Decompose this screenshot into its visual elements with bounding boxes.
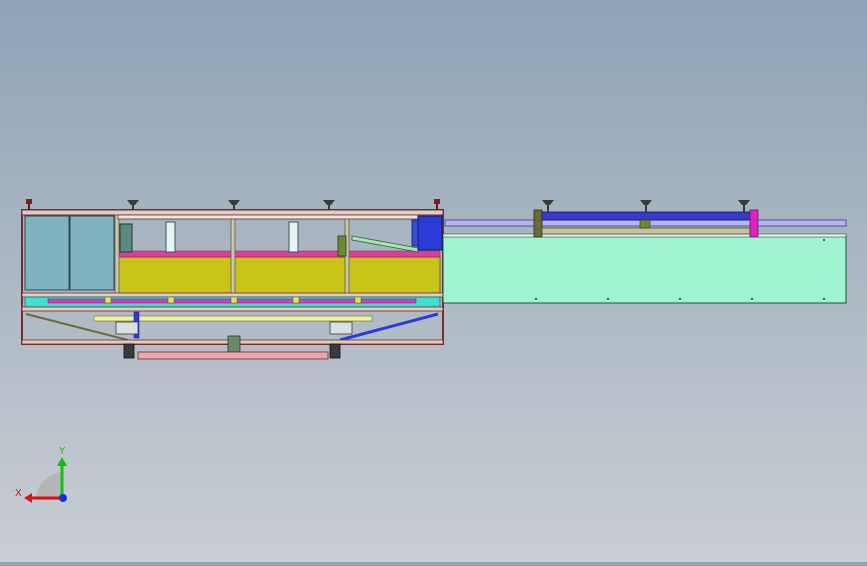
upper-rail: [117, 214, 441, 220]
cad-drawing[interactable]: Y X: [0, 0, 867, 562]
y-arrow-icon: [57, 457, 67, 466]
lift-bracket: [115, 321, 139, 335]
x-axis-label: X: [15, 488, 22, 499]
mounting-foot: [434, 199, 440, 210]
conveyor-section[interactable]: [442, 200, 847, 304]
lift-bracket: [329, 321, 353, 335]
top-plate: [21, 209, 444, 216]
slider-block: [292, 296, 300, 304]
slider-block: [354, 296, 362, 304]
carriage-magenta-end: [749, 209, 759, 238]
mounting-foot: [640, 200, 652, 212]
pneumatic-cylinder: [165, 221, 176, 253]
mounting-foot: [738, 200, 750, 212]
x-arrow-icon: [24, 493, 32, 503]
mounting-foot: [542, 200, 554, 212]
caster-wheel: [123, 343, 135, 359]
mounting-foot: [228, 200, 240, 210]
mounting-foot: [26, 199, 32, 210]
slider-block: [230, 296, 238, 304]
y-axis-label: Y: [58, 446, 66, 457]
main-machine[interactable]: [21, 199, 444, 360]
mounting-foot: [127, 200, 139, 210]
pneumatic-cylinder: [288, 221, 299, 253]
triad-plane: [35, 472, 62, 500]
slider-block: [104, 296, 112, 304]
valve-block: [119, 223, 133, 253]
lower-frame-beam: [21, 292, 444, 298]
drive-motor: [417, 215, 443, 251]
motor-flange: [411, 219, 419, 247]
frame-post: [114, 214, 120, 296]
conveyor-bed: [442, 235, 847, 304]
cad-viewport[interactable]: Y X: [0, 0, 867, 562]
lift-rod: [227, 335, 241, 353]
frame-post: [230, 214, 236, 296]
pink-bar: [137, 351, 329, 360]
z-axis-icon: [59, 494, 67, 502]
coordinate-triad[interactable]: Y X: [15, 446, 67, 503]
mounting-foot: [323, 200, 335, 210]
tank-body: [117, 256, 441, 294]
control-panel-left: [24, 215, 70, 291]
conveyor-top-edge: [442, 233, 847, 238]
caster-wheel: [329, 343, 341, 359]
carriage-olive-end: [533, 209, 543, 238]
slider-block: [167, 296, 175, 304]
control-panel-right: [69, 215, 115, 291]
carriage-top-beam: [541, 211, 751, 221]
incline-guide: [351, 235, 419, 253]
carriage-lower-beam: [541, 227, 751, 235]
guide-block: [337, 235, 347, 257]
carriage-slider: [639, 219, 651, 229]
lower-frame-beam-2: [21, 306, 444, 312]
